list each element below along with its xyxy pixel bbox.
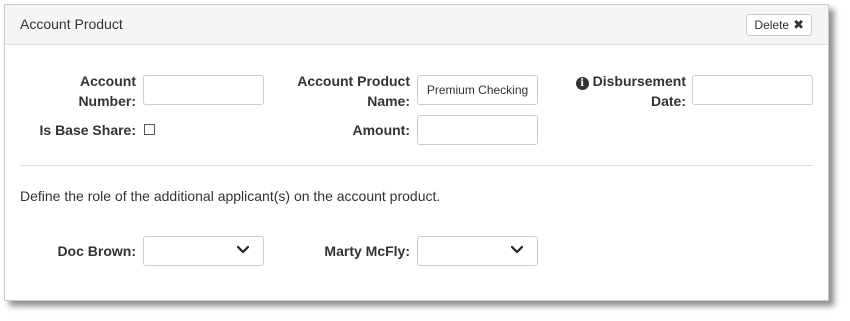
panel-header: Account Product Delete ✖ <box>5 5 828 45</box>
chevron-down-icon <box>511 245 523 254</box>
delete-button[interactable]: Delete ✖ <box>746 14 812 36</box>
disbursement-date-input[interactable] <box>692 75 813 105</box>
info-icon[interactable]: i <box>575 77 589 90</box>
account-number-label: Account Number: <box>78 73 136 109</box>
amount-input[interactable] <box>417 115 538 145</box>
chevron-down-icon <box>237 245 249 254</box>
panel-title: Account Product <box>20 16 123 32</box>
disbursement-date-label: i Disbursement Date: <box>575 71 686 111</box>
account-product-name-label: Account Product Name: <box>297 73 410 109</box>
applicant-role-select-marty-mcfly[interactable] <box>417 236 538 266</box>
applicant-label-doc-brown: Doc Brown: <box>57 243 136 259</box>
applicant-label-marty-mcfly: Marty McFly: <box>324 243 410 259</box>
applicant-instructions: Define the role of the additional applic… <box>20 188 441 204</box>
applicant-role-select-doc-brown[interactable] <box>143 236 264 266</box>
is-base-share-checkbox[interactable] <box>144 124 155 135</box>
delete-button-label: Delete <box>754 18 790 32</box>
close-icon: ✖ <box>793 17 804 32</box>
account-product-name-input[interactable] <box>417 75 538 105</box>
amount-label: Amount: <box>352 122 410 138</box>
account-number-input[interactable] <box>143 75 264 105</box>
account-product-panel: Account Product Delete ✖ Account Number:… <box>4 4 829 301</box>
divider <box>20 165 813 166</box>
is-base-share-label: Is Base Share: <box>39 122 137 138</box>
